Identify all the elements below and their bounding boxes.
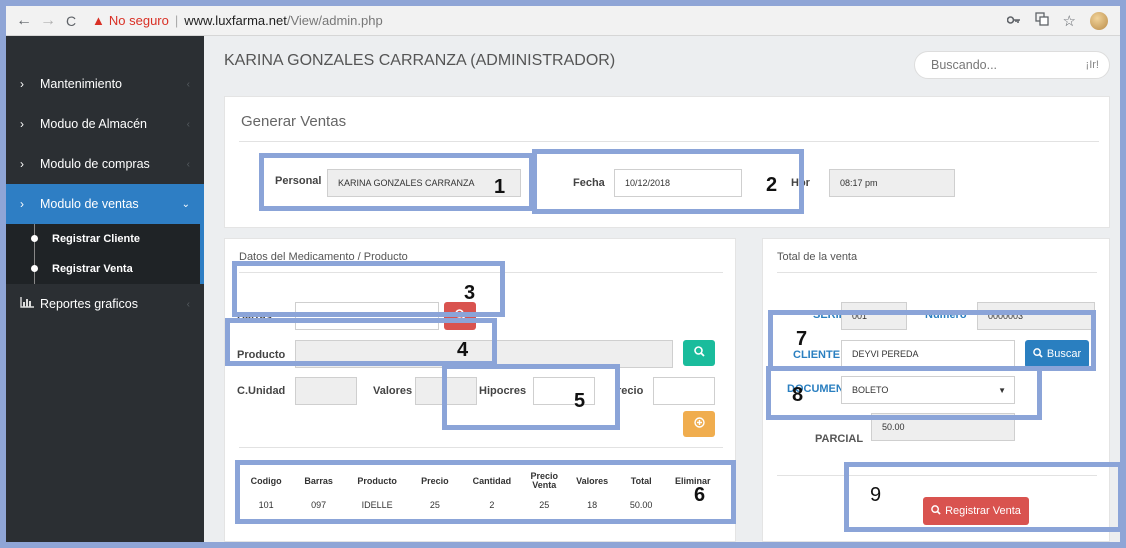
chevron-right-icon: › [20,157,24,171]
sidebar-subitem-label: Registrar Venta [52,263,133,275]
profile-avatar[interactable] [1090,11,1108,30]
annotation-box-8 [766,366,1042,420]
url-path: /View/admin.php [286,13,383,28]
sidebar-item-label: Modulo de ventas [40,197,139,211]
agregar-producto-button[interactable] [683,411,715,437]
url-separator: | [174,13,179,28]
plus-circle-icon [693,417,705,431]
annotation-number-4: 4 [457,339,469,361]
annotation-box-1 [259,153,534,211]
annotation-box-2 [532,149,804,214]
chevron-down-icon: ‹ [186,78,190,90]
annotation-number-3: 3 [464,282,476,304]
sidebar-item-label: Mantenimiento [40,77,122,91]
forward-arrow-icon[interactable]: → [40,12,56,30]
annotation-number-2: 2 [766,174,778,196]
annotation-number-7: 7 [796,328,808,350]
bullet-icon [31,235,38,242]
annotation-number-1: 1 [494,176,506,198]
browser-toolbar: ← → C ▲ No seguro | www.luxfarma.net/Vie… [6,6,1120,36]
annotation-number-8: 8 [792,384,804,406]
sidebar-subitem-registrar-cliente[interactable]: Registrar Cliente [6,224,204,254]
back-arrow-icon[interactable]: ← [16,12,32,30]
sidebar-item-ventas[interactable]: › Modulo de ventas ⌄ [6,184,204,224]
bar-chart-icon [20,297,36,311]
search-placeholder: Buscando... [931,58,998,72]
chevron-down-icon: ‹ [186,158,190,170]
chevron-right-icon: › [20,197,24,211]
user-title: KARINA GONZALES CARRANZA (ADMINISTRADOR) [224,52,616,69]
chevron-down-icon: ‹ [186,118,190,130]
chevron-down-icon: ‹ [186,298,190,310]
annotation-number-5: 5 [574,390,586,412]
sidebar-item-label: Moduo de Almacén [40,117,148,131]
chevron-right-icon: › [20,77,24,91]
parcial-value: 50.00 [882,422,905,432]
hora-field[interactable]: 08:17 pm [829,169,955,197]
sidebar-subitem-registrar-venta[interactable]: Registrar Venta [6,254,204,284]
address-bar[interactable]: ▲ No seguro | www.luxfarma.net/View/admi… [92,13,383,28]
sidebar-item-reportes[interactable]: Reportes graficos ‹ [6,284,204,324]
annotation-box-6 [235,460,736,524]
cunidad-label: C.Unidad [237,385,286,397]
buscar-producto-button[interactable] [683,340,715,366]
panel-title: Generar Ventas [241,113,347,130]
url-host: www.luxfarma.net [184,13,287,28]
bullet-icon [31,265,38,272]
precio-field[interactable] [653,377,715,405]
precio-label: recio [617,385,644,397]
sidebar-submenu: Registrar Cliente Registrar Venta [6,224,204,284]
sidebar-item-label: Modulo de compras [40,157,150,171]
total-panel-title: Total de la venta [777,251,858,263]
annotation-number-6: 6 [694,484,706,506]
sidebar-item-almacen[interactable]: › Moduo de Almacén ‹ [6,104,204,144]
hora-value: 08:17 pm [840,178,878,188]
insecure-label: No seguro [108,13,169,28]
chevron-right-icon: › [20,117,24,131]
valores-label: Valores [373,385,413,397]
annotation-box-5 [442,364,620,430]
sidebar-item-mantenimiento[interactable]: › Mantenimiento ‹ [6,64,204,104]
cunidad-field[interactable] [295,377,357,405]
sidebar-subitem-label: Registrar Cliente [52,233,141,245]
annotation-box-7 [768,310,1096,371]
sidebar-item-compras[interactable]: › Modulo de compras ‹ [6,144,204,184]
annotation-number-9: 9 [870,484,882,506]
browser-window: ← → C ▲ No seguro | www.luxfarma.net/Vie… [6,6,1120,542]
search-input[interactable]: Buscando... ¡Ir! [914,51,1110,79]
reload-icon[interactable]: C [64,13,78,29]
sidebar-item-label: Reportes graficos [40,297,138,311]
search-go-button[interactable]: ¡Ir! [1086,59,1099,71]
chevron-down-icon: ⌄ [181,198,190,210]
search-plus-icon [693,346,705,360]
warning-icon: ▲ [92,13,105,28]
key-icon[interactable] [1006,13,1021,28]
parcial-label: PARCIAL [815,433,864,445]
annotation-box-9 [844,462,1120,532]
sidebar: › Mantenimiento ‹ › Moduo de Almacén ‹ ›… [6,36,204,542]
translate-icon[interactable] [1034,12,1049,29]
bookmark-star-icon[interactable]: ☆ [1063,12,1076,30]
